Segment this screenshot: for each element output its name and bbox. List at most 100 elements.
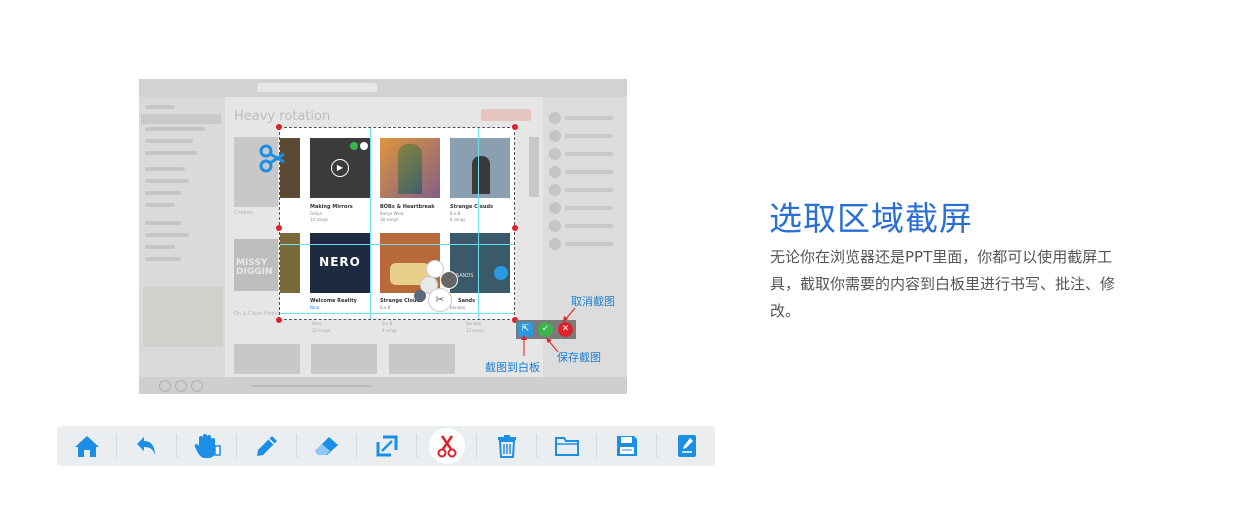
app-panel-line bbox=[565, 188, 613, 192]
album-artist: B.o.B bbox=[450, 211, 461, 216]
guide-line bbox=[280, 244, 514, 245]
app-pause-icon bbox=[175, 380, 187, 392]
app-sidebar-line bbox=[145, 167, 185, 171]
album-tracks: 8 songs bbox=[450, 217, 466, 222]
resize-handle[interactable] bbox=[276, 317, 282, 323]
resize-icon[interactable] bbox=[357, 426, 416, 466]
below-label: 8 songs bbox=[382, 328, 398, 333]
guide-line bbox=[478, 128, 479, 319]
feature-description: 无论你在浏览器还是PPT里面，你都可以使用截屏工具，截取你需要的内容到白板里进行… bbox=[770, 248, 1116, 320]
app-sidebar-selected bbox=[141, 114, 221, 124]
app-action-button bbox=[481, 109, 531, 121]
folder-icon[interactable] bbox=[537, 426, 596, 466]
app-topbar bbox=[139, 79, 627, 97]
screenshot-to-board-label: 截图到白板 bbox=[485, 361, 540, 374]
eraser-icon[interactable] bbox=[297, 426, 356, 466]
app-peek-text: DIGGIN bbox=[236, 267, 273, 277]
play-icon[interactable]: ▶ bbox=[331, 159, 349, 177]
avatar bbox=[549, 220, 561, 232]
undo-icon[interactable] bbox=[117, 426, 176, 466]
scissors-icon[interactable] bbox=[256, 142, 286, 180]
refresh-icon[interactable] bbox=[494, 266, 508, 280]
below-label: 12 songs bbox=[466, 328, 485, 333]
app-page-title: Heavy rotation bbox=[234, 109, 331, 124]
app-peek-label: Chelion bbox=[234, 210, 253, 216]
album-artist: Kanye West bbox=[380, 211, 404, 216]
avatar bbox=[549, 148, 561, 160]
app-sidebar-line bbox=[145, 203, 175, 207]
below-label: Bonobo bbox=[466, 321, 482, 326]
app-cover-peek bbox=[311, 344, 377, 374]
app-sidebar-line bbox=[145, 139, 193, 143]
app-sidebar-line bbox=[145, 245, 175, 249]
home-icon[interactable] bbox=[57, 426, 116, 466]
avatar bbox=[549, 112, 561, 124]
app-url-bar bbox=[257, 83, 377, 92]
scissors-icon[interactable] bbox=[428, 428, 465, 464]
notebook-icon[interactable] bbox=[657, 426, 716, 466]
album-tracks: 14 songs bbox=[310, 217, 329, 222]
album-title: Strange Clouds bbox=[450, 204, 494, 210]
resize-handle[interactable] bbox=[276, 225, 282, 231]
album-title: Sands bbox=[458, 298, 476, 304]
app-sidebar-line bbox=[145, 105, 175, 109]
app-progress-bar bbox=[251, 385, 371, 387]
save-icon[interactable] bbox=[597, 426, 656, 466]
save-screenshot-label: 保存截图 bbox=[557, 351, 601, 364]
app-panel-line bbox=[565, 170, 613, 174]
app-cover-peek bbox=[389, 344, 455, 374]
guide-line bbox=[370, 128, 371, 319]
album-title: Making Mirrors bbox=[310, 204, 353, 210]
feature-title: 选取区域截屏 bbox=[769, 199, 973, 238]
album-cover[interactable]: NERO bbox=[310, 233, 370, 293]
album-cover[interactable] bbox=[450, 138, 510, 198]
resize-handle[interactable] bbox=[512, 225, 518, 231]
avatar bbox=[549, 202, 561, 214]
app-panel-line bbox=[565, 206, 613, 210]
cover-text: NERO bbox=[319, 255, 361, 269]
avatar[interactable] bbox=[440, 271, 458, 289]
app-sidebar-line bbox=[145, 151, 197, 155]
app-panel-line bbox=[565, 116, 613, 120]
below-label: B.o.B bbox=[382, 321, 393, 326]
app-sidebar-line bbox=[145, 127, 205, 131]
hand-icon[interactable] bbox=[177, 426, 236, 466]
album-artist: Nero bbox=[310, 305, 320, 310]
app-panel-line bbox=[565, 134, 613, 138]
app-peek-text: MISSY bbox=[236, 258, 268, 268]
app-panel-line bbox=[565, 242, 613, 246]
below-label: 12 songs bbox=[312, 328, 331, 333]
whiteboard-toolbar bbox=[57, 426, 715, 466]
album-artist: Bonobo bbox=[450, 305, 466, 310]
app-sidebar-line bbox=[145, 191, 181, 195]
album-title: BOBs & Heartbreak bbox=[380, 204, 435, 210]
avatar[interactable] bbox=[414, 290, 426, 302]
app-prev-icon bbox=[159, 380, 171, 392]
app-next-icon bbox=[191, 380, 203, 392]
app-panel-line bbox=[565, 152, 613, 156]
screenshot-selection-region[interactable]: ▶ Making Mirrors Gotye 14 songs BOBs & H… bbox=[279, 127, 515, 320]
album-artist: Gotye bbox=[310, 211, 322, 216]
resize-handle[interactable] bbox=[276, 124, 282, 130]
avatar bbox=[549, 166, 561, 178]
app-cover-peek: MISSY DIGGIN bbox=[234, 239, 278, 291]
avatar bbox=[549, 130, 561, 142]
trash-icon[interactable] bbox=[477, 426, 536, 466]
below-label: Nero bbox=[312, 321, 322, 326]
album-tracks: 18 songs bbox=[380, 217, 399, 222]
app-panel-line bbox=[565, 224, 613, 228]
album-title: Welcome Reality bbox=[310, 298, 357, 304]
pen-icon[interactable] bbox=[237, 426, 296, 466]
app-player-bar bbox=[139, 377, 627, 394]
cover-text: SANDS bbox=[456, 273, 474, 279]
app-sidebar-line bbox=[145, 221, 181, 225]
scissors-tool-button[interactable] bbox=[417, 426, 476, 466]
cover-figure bbox=[472, 156, 490, 194]
resize-handle[interactable] bbox=[512, 124, 518, 130]
plus-icon bbox=[360, 142, 368, 150]
album-cover[interactable] bbox=[380, 138, 440, 198]
app-cover-peek bbox=[143, 287, 223, 347]
album-cover[interactable]: SANDS bbox=[450, 233, 510, 293]
scissors-icon[interactable]: ✂ bbox=[428, 288, 452, 312]
check-icon bbox=[350, 142, 358, 150]
